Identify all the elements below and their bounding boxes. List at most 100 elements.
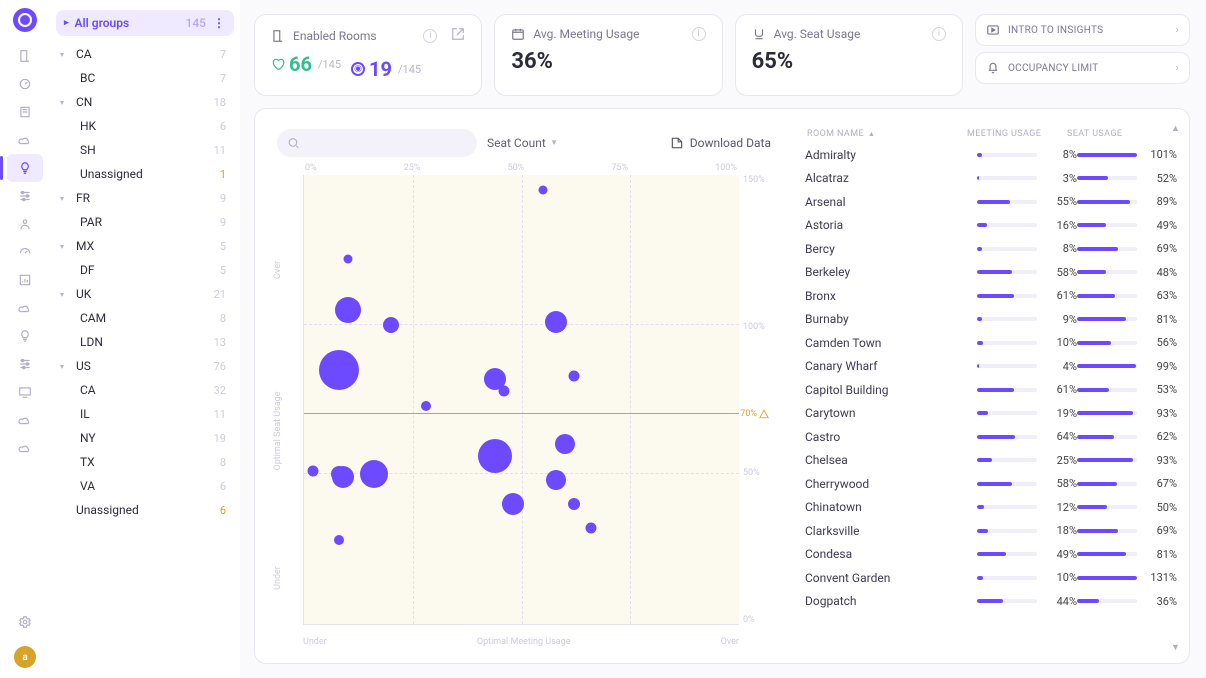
nav-person-icon[interactable] xyxy=(7,210,43,238)
usage-scatter[interactable]: 0%25%50%75%100% 150%100%50%0% 70% Over O… xyxy=(275,163,773,651)
bubble[interactable] xyxy=(568,498,580,510)
link-intro-insights[interactable]: INTRO TO INSIGHTS › xyxy=(975,14,1190,46)
table-row[interactable]: Bercy8%69% xyxy=(805,237,1177,261)
all-groups-label: All groups xyxy=(75,16,130,30)
table-row[interactable]: Capitol Building61%53% xyxy=(805,378,1177,402)
avatar[interactable]: a xyxy=(14,646,36,668)
group-US-TX[interactable]: TX8 xyxy=(56,450,234,474)
nav-door-icon[interactable] xyxy=(7,42,43,70)
group-CA[interactable]: ▾CA7 xyxy=(56,42,234,66)
scroll-up-icon[interactable]: ▲ xyxy=(1171,123,1181,134)
bubble[interactable] xyxy=(319,350,359,390)
bubble[interactable] xyxy=(546,470,566,490)
col-seat[interactable]: SEAT USAGE xyxy=(1067,129,1167,139)
nav-sliders-icon[interactable] xyxy=(7,182,43,210)
table-row[interactable]: Carytown19%93% xyxy=(805,402,1177,426)
nav-report-icon[interactable] xyxy=(7,266,43,294)
bubble[interactable] xyxy=(360,460,388,488)
group-UK[interactable]: ▾UK21 xyxy=(56,282,234,306)
search-input[interactable] xyxy=(277,129,477,157)
bubble[interactable] xyxy=(545,311,567,333)
nav-cloud-icon[interactable] xyxy=(7,434,43,462)
group-US-VA[interactable]: VA6 xyxy=(56,474,234,498)
info-icon[interactable]: i xyxy=(932,27,946,41)
bubble[interactable] xyxy=(568,370,579,381)
bubble[interactable] xyxy=(586,523,597,534)
bubble[interactable] xyxy=(502,493,524,515)
table-row[interactable]: Astoria16%49% xyxy=(805,214,1177,238)
nav-monitor-icon[interactable] xyxy=(7,378,43,406)
table-row[interactable]: Condesa49%81% xyxy=(805,543,1177,567)
bubble[interactable] xyxy=(331,466,347,482)
link-occupancy-limit[interactable]: OCCUPANCY LIMIT › xyxy=(975,52,1190,84)
group-US-NY[interactable]: NY19 xyxy=(56,426,234,450)
group-CN[interactable]: ▾CN18 xyxy=(56,90,234,114)
download-data-button[interactable]: Download Data xyxy=(670,136,771,150)
table-row[interactable]: Berkeley58%48% xyxy=(805,261,1177,285)
nav-cloud-icon[interactable] xyxy=(7,406,43,434)
group-US-IL[interactable]: IL11 xyxy=(56,402,234,426)
table-row[interactable]: Cherrywood58%67% xyxy=(805,472,1177,496)
group-CN-SH[interactable]: SH11 xyxy=(56,138,234,162)
table-row[interactable]: Arsenal55%89% xyxy=(805,190,1177,214)
group-US-CA[interactable]: CA32 xyxy=(56,378,234,402)
table-row[interactable]: Convent Garden10%131% xyxy=(805,566,1177,590)
table-row[interactable]: Castro64%62% xyxy=(805,425,1177,449)
nav-cloud-icon[interactable] xyxy=(7,294,43,322)
table-row[interactable]: Clarksville18%69% xyxy=(805,519,1177,543)
group-CN-Unassigned[interactable]: Unassigned1 xyxy=(56,162,234,186)
table-row[interactable]: Burnaby9%81% xyxy=(805,308,1177,332)
group-Unassigned[interactable]: Unassigned6 xyxy=(56,498,234,522)
table-row[interactable]: Chelsea25%93% xyxy=(805,449,1177,473)
table-row[interactable]: Admiralty8%101% xyxy=(805,143,1177,167)
group-US[interactable]: ▾US76 xyxy=(56,354,234,378)
group-UK-LDN[interactable]: LDN13 xyxy=(56,330,234,354)
table-row[interactable]: Camden Town10%56% xyxy=(805,331,1177,355)
y-seg-optimal: Optimal Seat Usage xyxy=(273,392,283,471)
bubble[interactable] xyxy=(334,535,344,545)
bubble[interactable] xyxy=(555,434,575,454)
nav-dashboard-icon[interactable] xyxy=(7,70,43,98)
open-external-icon[interactable] xyxy=(451,27,465,44)
table-row[interactable]: Canary Wharf4%99% xyxy=(805,355,1177,379)
group-FR-PAR[interactable]: PAR9 xyxy=(56,210,234,234)
bubble[interactable] xyxy=(335,297,361,323)
table-row[interactable]: Dogpatch44%36% xyxy=(805,590,1177,614)
settings-icon[interactable] xyxy=(7,608,43,636)
kebab-icon[interactable]: ⋮ xyxy=(212,16,226,30)
all-groups-chip[interactable]: ▸ All groups 145 ⋮ xyxy=(56,10,234,36)
kpi-label: Avg. Seat Usage xyxy=(774,27,861,41)
group-CA-BC[interactable]: BC7 xyxy=(56,66,234,90)
info-icon[interactable]: i xyxy=(423,29,437,43)
col-meeting[interactable]: MEETING USAGE xyxy=(967,129,1067,139)
bubble[interactable] xyxy=(343,254,352,263)
info-icon[interactable]: i xyxy=(692,27,706,41)
group-UK-CAM[interactable]: CAM8 xyxy=(56,306,234,330)
nav-cloud-icon[interactable] xyxy=(7,126,43,154)
table-row[interactable]: Chinatown12%50% xyxy=(805,496,1177,520)
bubble[interactable] xyxy=(478,439,512,473)
app-logo[interactable] xyxy=(13,8,37,32)
size-legend-select[interactable]: Seat Count ▾ xyxy=(487,136,556,150)
bubble[interactable] xyxy=(307,466,318,477)
table-row[interactable]: Bronx61%63% xyxy=(805,284,1177,308)
nav-bulb-icon[interactable] xyxy=(7,154,43,182)
bubble[interactable] xyxy=(539,185,548,194)
nav-sliders-icon[interactable] xyxy=(7,350,43,378)
calendar-icon xyxy=(511,27,525,41)
group-MX[interactable]: ▾MX5 xyxy=(56,234,234,258)
nav-gauge-icon[interactable] xyxy=(7,238,43,266)
bubble[interactable] xyxy=(421,401,431,411)
bubble[interactable] xyxy=(383,317,399,333)
group-FR[interactable]: ▾FR9 xyxy=(56,186,234,210)
table-row[interactable]: Alcatraz3%52% xyxy=(805,167,1177,191)
bubble[interactable] xyxy=(499,385,510,396)
scroll-down-icon[interactable]: ▼ xyxy=(1171,642,1181,653)
group-CN-HK[interactable]: HK6 xyxy=(56,114,234,138)
nav-bulb-icon[interactable] xyxy=(7,322,43,350)
group-MX-DF[interactable]: DF5 xyxy=(56,258,234,282)
y-seg-over: Over xyxy=(273,261,283,279)
col-room-name[interactable]: ROOM NAME ▲ xyxy=(807,129,967,139)
x-seg-over: Over xyxy=(721,637,739,647)
nav-doc-icon[interactable] xyxy=(7,98,43,126)
